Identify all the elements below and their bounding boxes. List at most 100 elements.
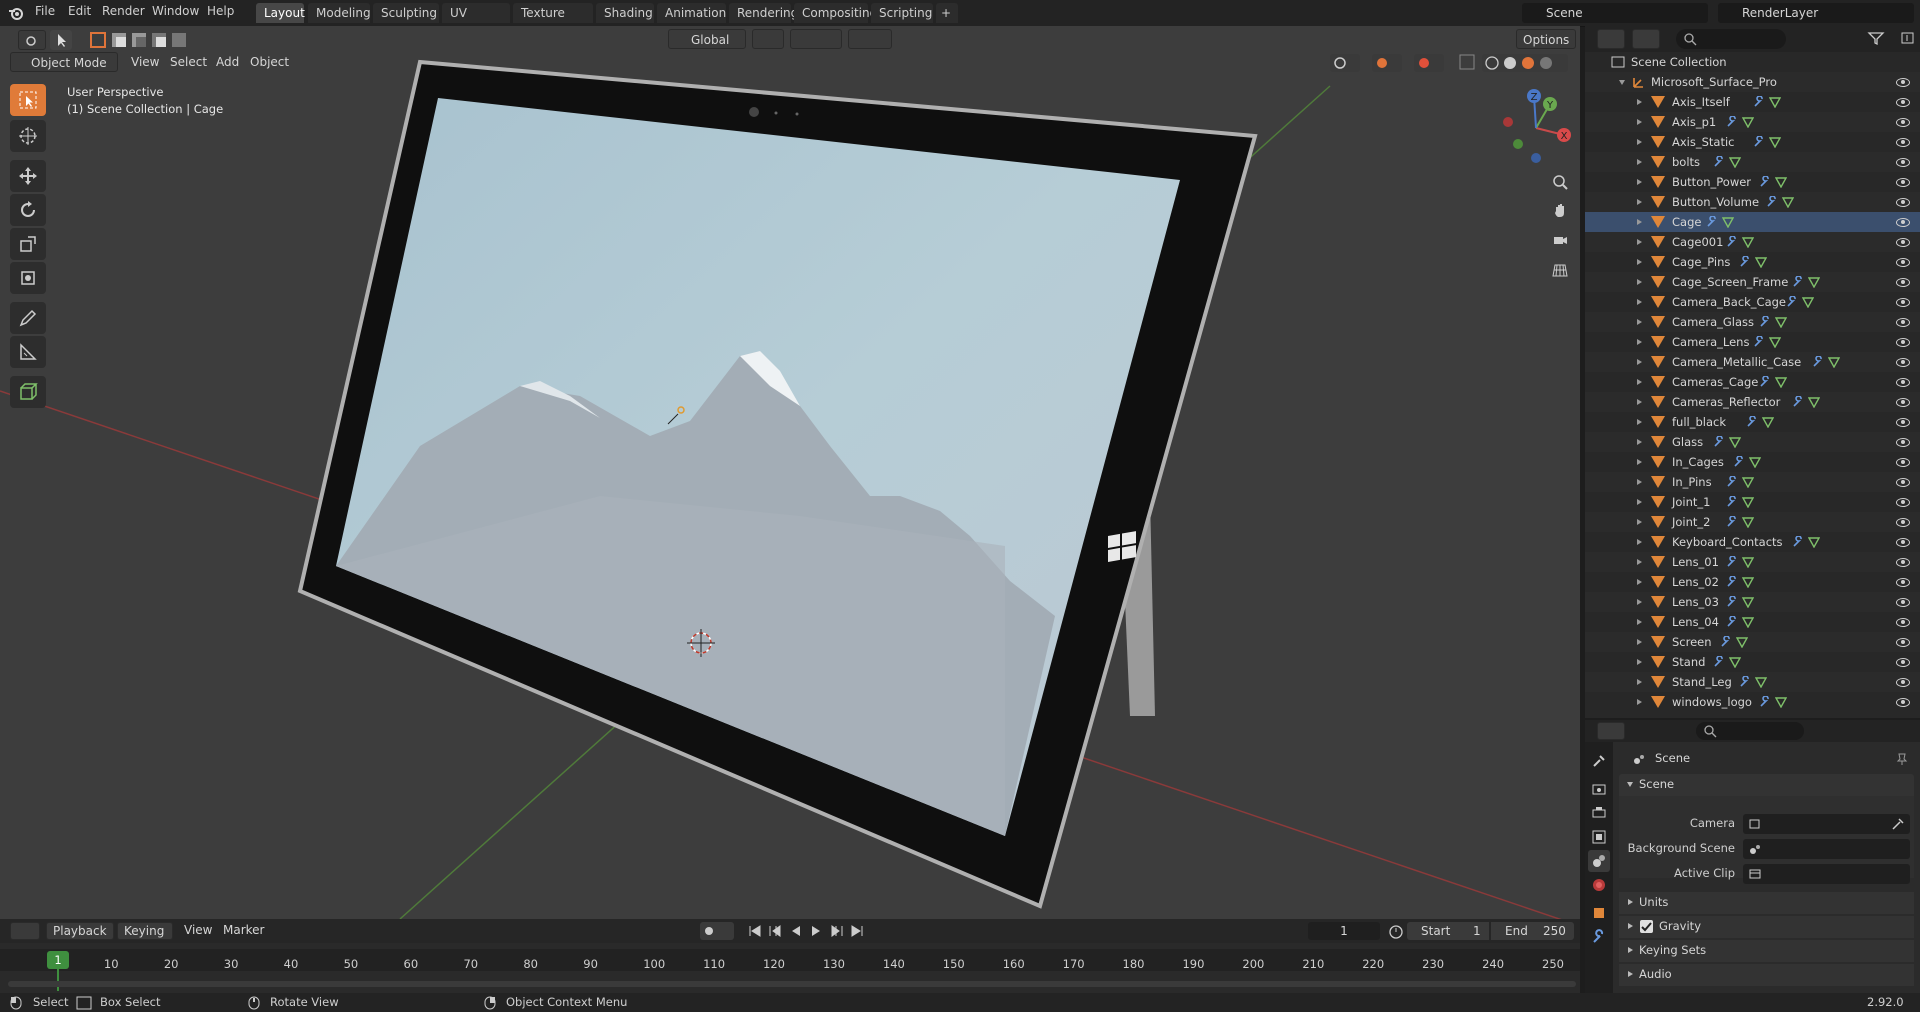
modifier-wrench-icon[interactable] (1706, 216, 1718, 228)
output-tab[interactable] (1590, 804, 1608, 822)
modifier-wrench-icon[interactable] (1713, 156, 1725, 168)
modifier-wrench-icon[interactable] (1753, 136, 1765, 148)
mesh-data-icon[interactable] (1775, 316, 1788, 328)
new-collection-button[interactable] (1900, 30, 1916, 46)
display-mode-dropdown[interactable] (1632, 29, 1660, 49)
eye-icon[interactable] (1896, 118, 1910, 127)
mesh-data-icon[interactable] (1742, 576, 1755, 588)
expand-arrow-icon[interactable] (1637, 679, 1642, 685)
mesh-data-icon[interactable] (1742, 116, 1755, 128)
eye-icon[interactable] (1896, 498, 1910, 507)
pan-button[interactable] (1546, 196, 1574, 224)
modifier-wrench-icon[interactable] (1746, 416, 1758, 428)
modifier-wrench-icon[interactable] (1726, 236, 1738, 248)
outliner-collection-row[interactable]: Microsoft_Surface_Pro (1585, 72, 1920, 92)
eye-icon[interactable] (1896, 418, 1910, 427)
modifier-wrench-icon[interactable] (1786, 296, 1798, 308)
expand-arrow-icon[interactable] (1637, 539, 1642, 545)
outliner-item[interactable]: Joint_2 (1585, 512, 1920, 532)
annotate-tool[interactable] (10, 302, 46, 334)
scale-tool[interactable] (10, 228, 46, 260)
eye-icon[interactable] (1896, 338, 1910, 347)
tab-layout[interactable]: Layout (256, 3, 305, 23)
outliner-item[interactable]: Glass (1585, 432, 1920, 452)
expand-arrow-icon[interactable] (1628, 899, 1633, 905)
mesh-data-icon[interactable] (1828, 356, 1840, 368)
eye-icon[interactable] (1896, 478, 1910, 487)
menu-file[interactable]: File (35, 4, 55, 18)
playhead[interactable]: 1 (47, 951, 69, 969)
mesh-data-icon[interactable] (1775, 176, 1788, 188)
expand-arrow-icon[interactable] (1637, 659, 1642, 665)
outliner-item[interactable]: Lens_01 (1585, 552, 1920, 572)
eye-icon[interactable] (1896, 598, 1910, 607)
expand-arrow-icon[interactable] (1637, 559, 1642, 565)
expand-arrow-icon[interactable] (1637, 319, 1642, 325)
outliner-item[interactable]: Button_Volume (1585, 192, 1920, 212)
object-tab[interactable] (1590, 904, 1608, 922)
modifier-wrench-icon[interactable] (1759, 316, 1771, 328)
modifier-wrench-icon[interactable] (1766, 196, 1778, 208)
mesh-data-icon[interactable] (1781, 196, 1794, 208)
mesh-data-icon[interactable] (1729, 436, 1741, 448)
eye-icon[interactable] (1896, 318, 1910, 327)
eye-icon[interactable] (1896, 78, 1910, 87)
eye-icon[interactable] (1896, 538, 1910, 547)
expand-arrow-icon[interactable] (1637, 299, 1642, 305)
viewport-shading-controls[interactable] (1330, 53, 1574, 73)
object-mode-dropdown[interactable]: Object Mode (10, 52, 118, 72)
proportional-editing-dropdown[interactable] (848, 29, 892, 49)
tab-shading[interactable]: Shading (596, 3, 654, 23)
properties-search-input[interactable] (1696, 722, 1804, 740)
outliner-editor-type[interactable] (1597, 29, 1625, 49)
keying-dropdown[interactable]: Keying (117, 922, 173, 940)
outliner-item[interactable]: windows_logo (1585, 692, 1920, 712)
timeline-menu-view[interactable]: View (184, 923, 212, 937)
options-dropdown[interactable]: Options (1516, 29, 1576, 49)
viewport-menu-select[interactable]: Select (170, 52, 207, 72)
add-cube-tool[interactable] (10, 376, 46, 408)
outliner-item[interactable]: Axis_Itself (1585, 92, 1920, 112)
outliner-item[interactable]: Cage_Screen_Frame (1585, 272, 1920, 292)
playback-dropdown[interactable]: Playback (46, 922, 114, 940)
expand-arrow-icon[interactable] (1637, 379, 1642, 385)
expand-arrow-icon[interactable] (1637, 439, 1642, 445)
modifier-wrench-icon[interactable] (1726, 496, 1738, 508)
mesh-data-icon[interactable] (1808, 396, 1821, 408)
expand-arrow-icon[interactable] (1637, 159, 1642, 165)
mesh-data-icon[interactable] (1735, 636, 1748, 648)
modifier-wrench-icon[interactable] (1726, 516, 1738, 528)
outliner-item[interactable]: Lens_03 (1585, 592, 1920, 612)
active-clip-field[interactable] (1743, 864, 1910, 884)
mesh-data-icon[interactable] (1775, 376, 1788, 388)
eye-icon[interactable] (1896, 298, 1910, 307)
stopwatch-icon[interactable] (1388, 923, 1404, 939)
modifier-tab[interactable] (1590, 928, 1608, 946)
modifier-wrench-icon[interactable] (1739, 676, 1751, 688)
expand-arrow-icon[interactable] (1637, 599, 1642, 605)
mesh-data-icon[interactable] (1742, 236, 1755, 248)
expand-arrow-icon[interactable] (1628, 947, 1633, 953)
outliner-item[interactable]: Cage_Pins (1585, 252, 1920, 272)
camera-field[interactable] (1743, 814, 1910, 834)
modifier-wrench-icon[interactable] (1726, 556, 1738, 568)
outliner-item[interactable]: In_Cages (1585, 452, 1920, 472)
modifier-wrench-icon[interactable] (1812, 356, 1824, 368)
mesh-data-icon[interactable] (1768, 136, 1781, 148)
snapping-dropdown[interactable] (790, 29, 842, 49)
modifier-wrench-icon[interactable] (1739, 256, 1751, 268)
tab-rendering[interactable]: Rendering (729, 3, 798, 23)
modifier-wrench-icon[interactable] (1720, 636, 1732, 648)
perspective-toggle-button[interactable] (1546, 256, 1574, 284)
zoom-button[interactable] (1546, 168, 1574, 196)
mesh-data-icon[interactable] (1762, 416, 1774, 428)
outliner-scene-collection[interactable]: Scene Collection (1585, 52, 1920, 72)
tab-modeling[interactable]: Modeling (308, 3, 371, 23)
expand-arrow-icon[interactable] (1637, 339, 1642, 345)
menu-window[interactable]: Window (152, 4, 199, 18)
modifier-wrench-icon[interactable] (1726, 476, 1738, 488)
eye-icon[interactable] (1896, 678, 1910, 687)
eye-icon[interactable] (1896, 218, 1910, 227)
eyedropper-icon[interactable] (1891, 817, 1905, 831)
mesh-data-icon[interactable] (1729, 156, 1741, 168)
